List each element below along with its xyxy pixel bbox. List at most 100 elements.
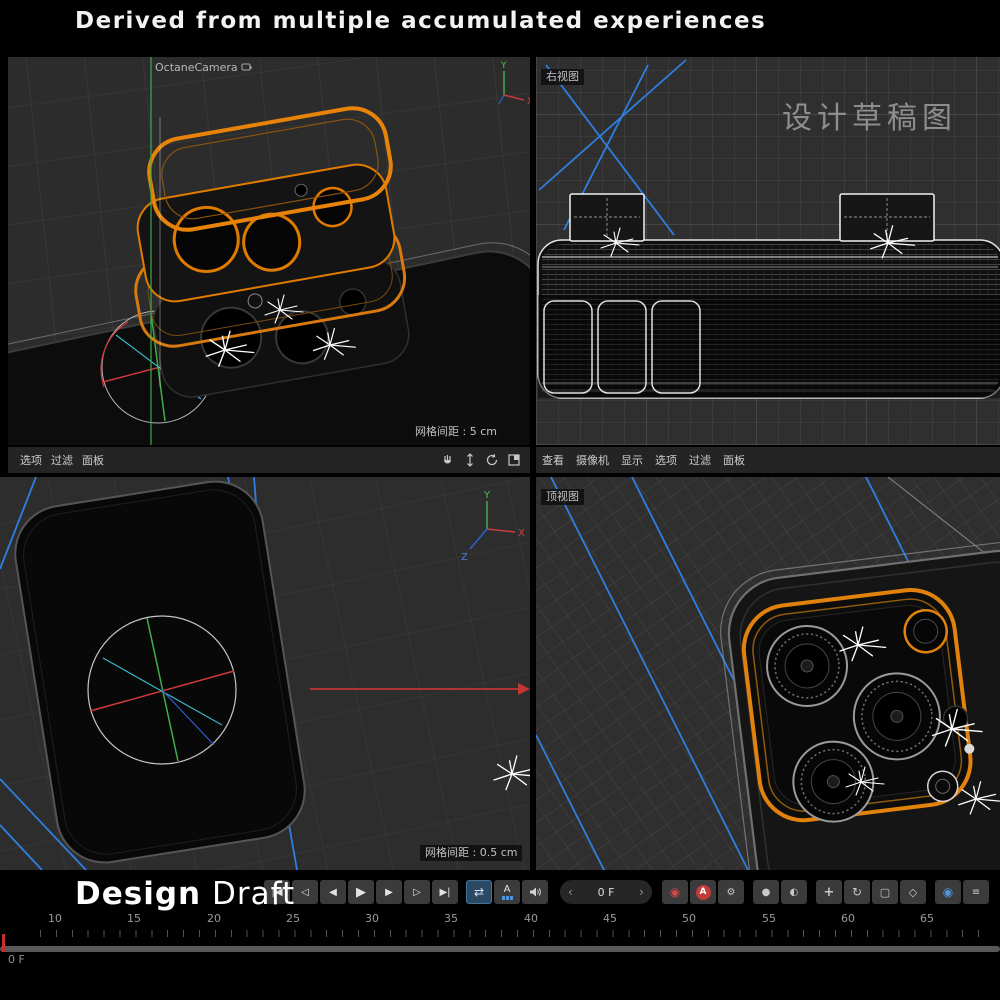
snap-starburst [494,756,530,790]
prev-frame-button[interactable]: ◀ [320,880,346,904]
ruler-tick: 15 [127,912,141,925]
camera-bump-right [840,194,934,241]
diamond-icon: ◇ [909,886,917,899]
list-icon: ≡ [972,887,980,898]
playhead-marker[interactable] [2,934,5,952]
dolly-icon[interactable] [462,452,478,468]
ruler-tick: 65 [920,912,934,925]
record-controls: ◉ A ⚙ ● ◐ + ↻ ▢ ◇ ◉ ≡ [662,880,989,904]
svg-text:X: X [527,97,530,107]
x-axis-arrow [310,683,530,695]
svg-text:X: X [518,528,525,539]
right-view-menubar: 查看 摄像机 显示 选项 过滤 面板 [536,447,1000,473]
move-icon: + [824,885,835,900]
rotate-view-icon[interactable] [484,452,500,468]
scale-record-toggle[interactable]: ◐ [781,880,807,904]
pan-hand-icon[interactable] [440,452,456,468]
point-record-toggle[interactable]: ◇ [900,880,926,904]
ruler-tick: 50 [682,912,696,925]
half-circle-icon: ◐ [790,887,799,898]
box-icon: ▢ [880,886,890,899]
autokey-button[interactable]: A [690,880,716,904]
frame-value: 0 F [598,886,615,899]
next-key-button[interactable]: ▷ [404,880,430,904]
maximize-view-icon[interactable] [506,452,522,468]
phone-body [8,477,311,869]
ruler-tick: 20 [207,912,221,925]
goto-end-button[interactable]: ▶| [432,880,458,904]
axis-gizmo: Y X [499,61,530,107]
ruler-tick: 35 [444,912,458,925]
sound-toggle-button[interactable] [522,880,548,904]
move-record-toggle[interactable]: + [816,880,842,904]
camera-tag-text: OctaneCamera [155,61,238,74]
parameter-record-toggle[interactable]: ▢ [872,880,898,904]
frame-decrement[interactable]: ‹ [568,885,573,899]
ruler-tick: 45 [603,912,617,925]
rotation-record-toggle[interactable]: ↻ [844,880,870,904]
ruler-tick: 25 [286,912,300,925]
camera-bump-left [570,194,644,241]
ruler-tick: 30 [365,912,379,925]
menu-panel[interactable]: 面板 [723,452,745,468]
menu-options[interactable]: 选项 [655,452,677,468]
ruler-tick: 55 [762,912,776,925]
watermark-text: 设计草稿图 [782,93,957,137]
camera-icon [241,62,252,73]
record-keyframe-button[interactable]: ◉ [662,880,688,904]
caption-word-design: Design [75,876,201,912]
ruler-tick: 10 [48,912,62,925]
viewport-right-view[interactable]: 右视图 设计草稿图 [536,57,1000,445]
menu-panel[interactable]: 面板 [82,452,104,468]
position-record-toggle[interactable]: ● [753,880,779,904]
all-frames-button[interactable]: A [494,880,520,904]
speaker-icon [528,885,542,899]
viewport-front-view[interactable]: Y X Z 网格间距 : 0.5 cm [0,477,530,870]
loop-playback-button[interactable]: ⇄ [466,880,492,904]
pla-icon: ◉ [943,885,953,899]
sphere-icon: ● [762,887,771,898]
menu-display[interactable]: 显示 [621,452,643,468]
minor-ticks [40,930,990,937]
frame-increment[interactable]: › [639,885,644,899]
timeline-scrollbar[interactable] [0,946,1000,952]
next-frame-button[interactable]: ▶ [376,880,402,904]
menu-camera[interactable]: 摄像机 [576,452,609,468]
keying-settings-button[interactable]: ⚙ [718,880,744,904]
viewport-top-view[interactable]: 顶视图 [536,477,1000,870]
top-caption: Derived from multiple accumulated experi… [75,8,766,34]
menu-view[interactable]: 查看 [542,452,564,468]
gear-icon: ⚙ [727,887,736,898]
ruler-tick: 40 [524,912,538,925]
playback-options: ⇄ A [466,880,548,904]
caption-word-draft: Draft [212,876,295,912]
sound-record-toggle[interactable]: ≡ [963,880,989,904]
timeline-ruler[interactable]: 10 15 20 25 30 35 40 45 50 55 60 65 [0,910,1000,944]
c4d-application-window: Derived from multiple accumulated experi… [0,0,1000,1000]
front-view-canvas: Y X Z [0,477,530,870]
view-label: 右视图 [541,69,584,85]
prev-key-button[interactable]: ◁ [292,880,318,904]
top-view-canvas [536,477,1000,870]
autokey-icon: A [696,885,711,900]
menu-options[interactable]: 选项 [20,452,42,468]
perspective-canvas: Y X [8,57,530,445]
view-label: 顶视图 [541,489,584,505]
bottom-caption: Design Draft [75,876,295,912]
camera-label[interactable]: OctaneCamera [155,61,252,74]
grid-spacing-chip: 网格间距 : 5 cm [410,424,502,440]
frame-rate-bars-icon [502,896,513,900]
record-icon: ◉ [670,885,680,899]
all-frames-label: A [504,885,511,895]
svg-text:Y: Y [483,490,491,501]
perspective-menubar: 选项 过滤 面板 [8,447,530,473]
viewport-perspective[interactable]: Y X OctaneCamera 网格间距 : 5 cm [8,57,530,445]
pla-record-toggle[interactable]: ◉ [935,880,961,904]
case-side-profile [538,240,1000,398]
play-button[interactable]: ▶ [348,880,374,904]
ruler-tick: 60 [841,912,855,925]
phone-top-view [714,536,1000,870]
frame-stepper[interactable]: ‹ 0 F › [560,880,652,904]
menu-filter[interactable]: 过滤 [689,452,711,468]
menu-filter[interactable]: 过滤 [51,452,73,468]
